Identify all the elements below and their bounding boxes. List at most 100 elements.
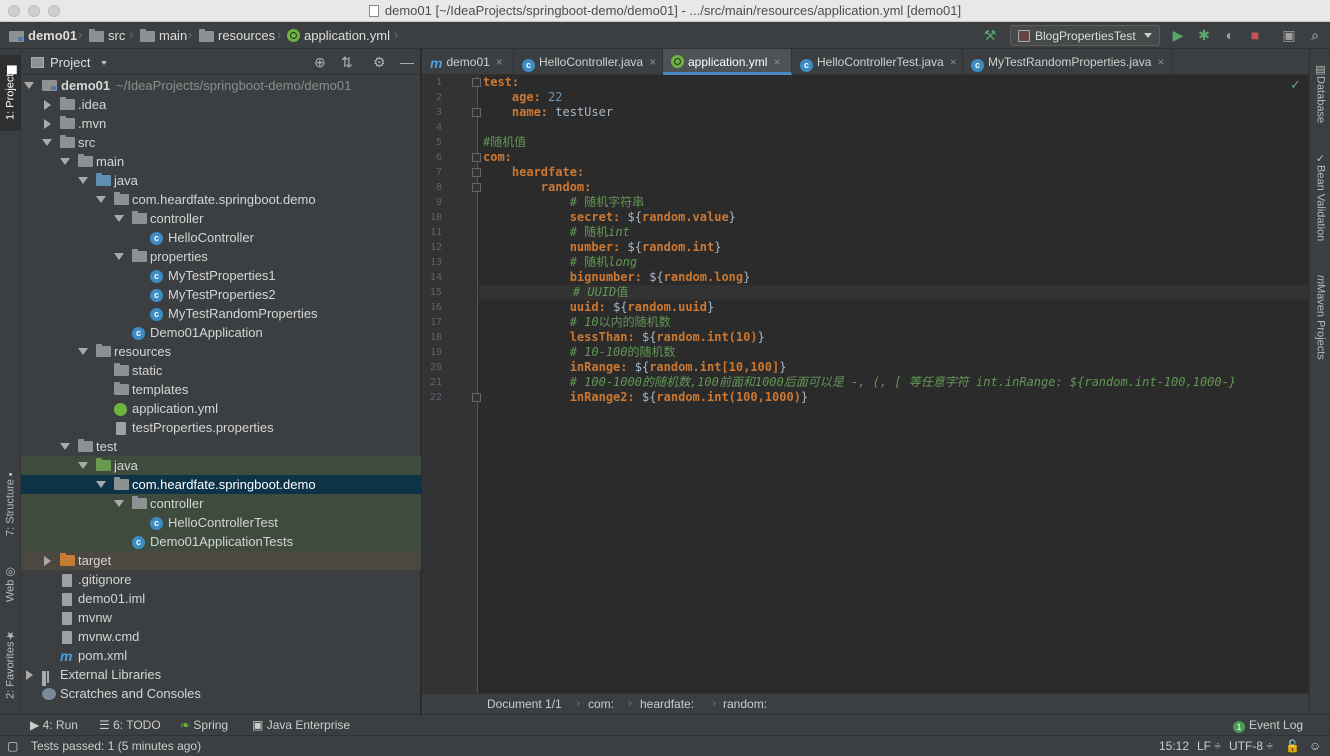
code-editor[interactable]: 1 2 3 4 5 6 7 8 9 10 11 12 13 14 15 16 17 18 19 20 21 22 ✓ te… [422,75,1309,693]
tree-item-testproperties[interactable]: testProperties.properties [21,418,421,437]
tab-bean-validation[interactable]: ✓ Bean Validation [1310,147,1330,247]
expand-arrow-icon[interactable] [114,500,124,507]
tree-item-test-controller[interactable]: controller [21,494,421,513]
run-icon[interactable]: ▶ [1170,28,1186,43]
close-icon[interactable]: × [950,55,957,69]
expand-arrow-icon[interactable] [96,481,106,488]
tab-project[interactable]: 1: Project ▆ [0,55,21,131]
expand-arrow-icon[interactable] [60,158,70,165]
tree-item-target[interactable]: target [21,551,421,570]
expand-arrow-icon[interactable] [24,82,34,89]
fold-marker-icon[interactable] [472,168,481,177]
tool-java-enterprise[interactable]: ▣ Java Enterprise [252,718,350,732]
breadcrumb-resources[interactable]: resources [199,28,275,43]
breadcrumb-demo01[interactable]: demo01 [9,28,77,43]
expand-arrow-icon[interactable] [78,462,88,469]
close-icon[interactable]: × [1157,55,1164,69]
tree-item-properties[interactable]: properties [21,247,421,266]
tab-database[interactable]: ▤ Database [1310,57,1330,129]
tree-item-demo01-iml[interactable]: demo01.iml [21,589,421,608]
expand-arrow-icon[interactable] [60,443,70,450]
tab-hellocontroller-java[interactable]: c HelloController.java × [514,49,663,75]
expand-arrow-icon[interactable] [96,196,106,203]
tree-item-hellocontroller[interactable]: c HelloController [21,228,421,247]
expand-arrow-icon[interactable] [44,119,51,129]
chevron-down-icon[interactable] [101,61,107,65]
close-icon[interactable]: × [496,55,503,69]
fold-marker-icon[interactable] [472,108,481,117]
tree-item-gitignore[interactable]: .gitignore [21,570,421,589]
fold-marker-icon[interactable] [472,393,481,402]
tree-item-controller[interactable]: controller [21,209,421,228]
inspector-icon[interactable]: ☺ [1309,739,1321,753]
tree-item-idea[interactable]: .idea [21,95,421,114]
gear-icon[interactable]: ⚙ [373,54,386,71]
run-configuration-select[interactable]: BlogPropertiesTest [1010,25,1160,46]
expand-arrow-icon[interactable] [26,670,33,680]
tree-item-src[interactable]: src [21,133,421,152]
tab-maven-projects[interactable]: m Maven Projects [1310,267,1330,367]
tab-web[interactable]: Web ◎ [0,559,21,609]
expand-arrow-icon[interactable] [114,215,124,222]
tree-item-templates[interactable]: templates [21,380,421,399]
hide-panel-icon[interactable]: — [400,54,414,70]
expand-arrow-icon[interactable] [78,348,88,355]
debug-bug-icon[interactable]: ✱ [1196,28,1212,43]
tree-item-demo01application[interactable]: c Demo01Application [21,323,421,342]
status-message[interactable]: Tests passed: 1 (5 minutes ago) [31,739,201,753]
tool-spring[interactable]: ❧ Spring [180,718,228,732]
tree-item-demo01applicationtests[interactable]: c Demo01ApplicationTests [21,532,421,551]
tree-item-pom-xml[interactable]: m pom.xml [21,646,421,665]
tree-item-test-java[interactable]: java [21,456,421,475]
tree-item-mvn[interactable]: .mvn [21,114,421,133]
caret-position[interactable]: 15:12 [1159,739,1189,753]
collapse-all-icon[interactable]: ⇅ [341,54,353,71]
tab-application-yml[interactable]: application.yml × [663,49,792,75]
lock-icon[interactable]: 🔓 [1285,739,1300,753]
fold-marker-icon[interactable] [472,153,481,162]
project-view-select[interactable]: Project [50,55,90,70]
fold-marker-icon[interactable] [472,78,481,87]
tab-mytestrandomproperties-java[interactable]: c MyTestRandomProperties.java × [963,49,1173,75]
tree-item-mvnw[interactable]: mvnw [21,608,421,627]
tree-item-resources[interactable]: resources [21,342,421,361]
coverage-icon[interactable]: ◐ [1222,28,1238,43]
tree-item-mytestrandomproperties[interactable]: c MyTestRandomProperties [21,304,421,323]
tree-item-package[interactable]: com.heardfate.springboot.demo [21,190,421,209]
close-icon[interactable]: × [649,55,656,69]
tab-demo01[interactable]: m demo01 × [422,49,514,75]
expand-arrow-icon[interactable] [42,139,52,146]
tool-event-log[interactable]: 1 Event Log [1233,718,1303,733]
fold-marker-icon[interactable] [472,183,481,192]
line-separator[interactable]: LF ÷ [1197,739,1221,753]
tree-item-scratches[interactable]: Scratches and Consoles [21,684,421,703]
tab-favorites[interactable]: 2: Favorites ★ [0,621,21,707]
tree-item-main[interactable]: main [21,152,421,171]
tree-item-static[interactable]: static [21,361,421,380]
expand-arrow-icon[interactable] [114,253,124,260]
breadcrumb-main[interactable]: main [140,28,187,43]
tool-run[interactable]: ▶ 4: Run [30,718,78,732]
tree-item-mvnw-cmd[interactable]: mvnw.cmd [21,627,421,646]
toggle-tool-windows-icon[interactable]: ▢ [7,739,18,753]
tree-item-mytestproperties1[interactable]: c MyTestProperties1 [21,266,421,285]
tree-item-external-libraries[interactable]: External Libraries [21,665,421,686]
tree-item-java[interactable]: java [21,171,421,190]
breadcrumb-application-yml[interactable]: application.yml [287,28,390,43]
breadcrumb-src[interactable]: src [89,28,125,43]
expand-arrow-icon[interactable] [78,177,88,184]
stop-icon[interactable]: ■ [1247,28,1263,43]
locate-file-icon[interactable]: ⊕ [314,54,326,71]
tree-item-hellocontrollertest[interactable]: c HelloControllerTest [21,513,421,532]
tab-structure[interactable]: 7: Structure ▪ [0,459,21,545]
search-everywhere-icon[interactable]: ⌕ [1307,28,1323,43]
breadcrumb-com[interactable]: com: [588,697,614,711]
tab-hellocontrollertest-java[interactable]: c HelloControllerTest.java × [792,49,963,75]
tree-item-mytestproperties2[interactable]: c MyTestProperties2 [21,285,421,304]
tree-item-application-yml[interactable]: application.yml [21,399,421,418]
project-structure-icon[interactable]: ▣ [1281,28,1297,43]
expand-arrow-icon[interactable] [44,100,51,110]
close-icon[interactable]: × [773,55,780,69]
build-hammer-icon[interactable]: ⚒ [982,28,998,43]
file-encoding[interactable]: UTF-8 ÷ [1229,739,1273,753]
